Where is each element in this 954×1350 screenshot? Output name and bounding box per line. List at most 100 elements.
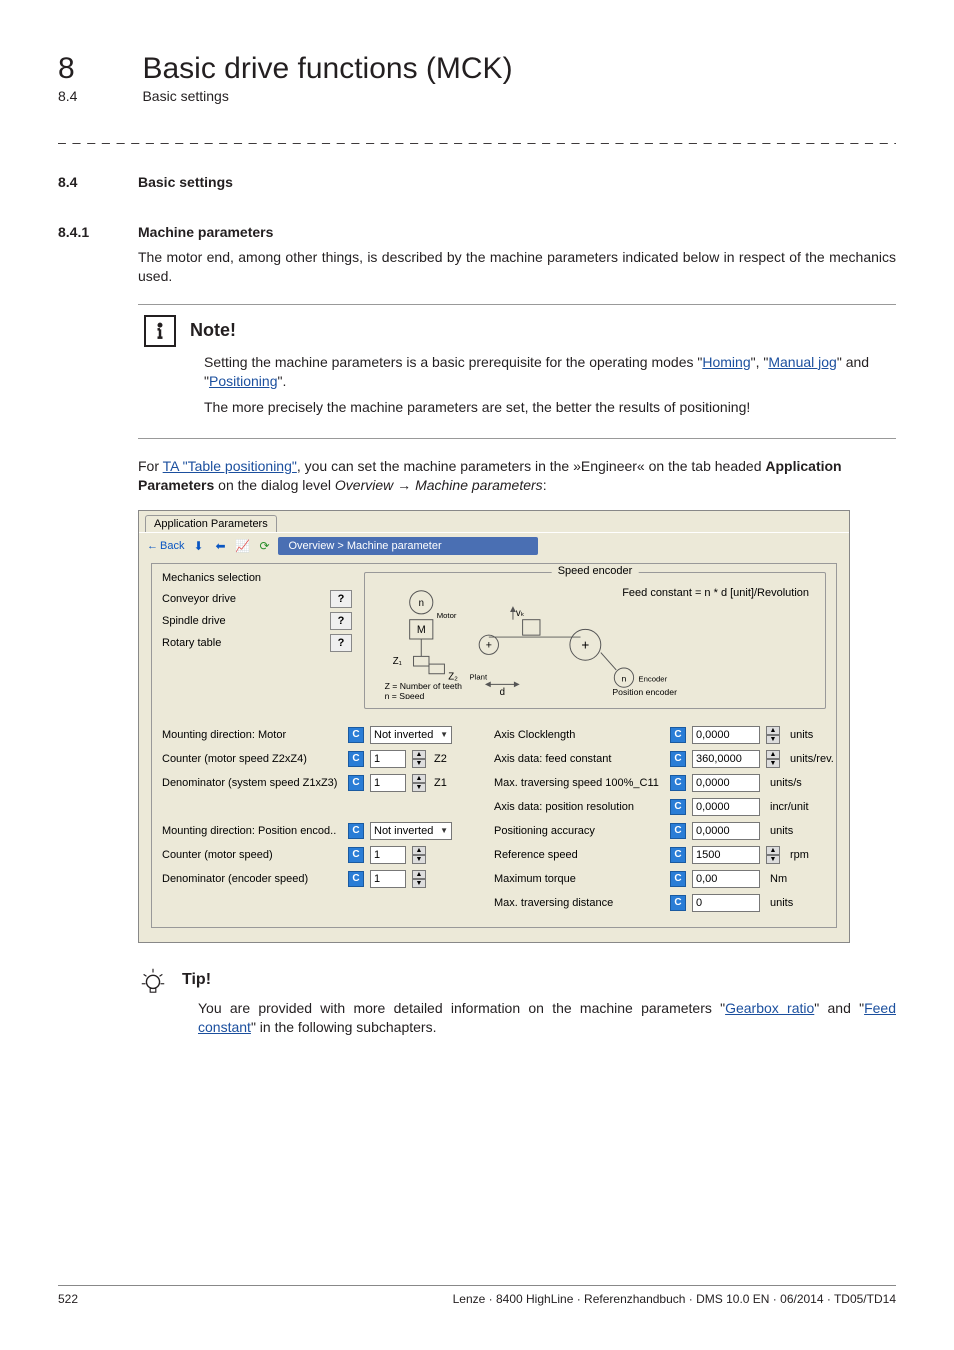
svg-text:M: M xyxy=(417,624,426,636)
param-input[interactable] xyxy=(370,750,406,768)
spinner[interactable]: ▲▼ xyxy=(766,750,780,768)
spinner[interactable]: ▲▼ xyxy=(412,750,426,768)
chapter-number: 8 xyxy=(58,52,138,86)
rule: _ _ _ _ _ _ _ _ _ _ _ _ _ _ _ _ _ _ _ _ … xyxy=(58,128,896,144)
param-label: Positioning accuracy xyxy=(494,825,664,837)
param-input[interactable] xyxy=(370,870,406,888)
step-up-button[interactable]: ▲ xyxy=(766,726,780,735)
code-button[interactable]: C xyxy=(670,871,686,887)
param-input[interactable] xyxy=(370,774,406,792)
param-dropdown[interactable]: Not inverted▼ xyxy=(370,726,452,744)
ta-table-positioning-link[interactable]: TA "Table positioning" xyxy=(163,458,297,474)
nav-left-icon[interactable]: ⬅ xyxy=(212,538,228,554)
help-button[interactable]: ? xyxy=(330,612,352,630)
step-down-button[interactable]: ▼ xyxy=(412,783,426,792)
step-down-button[interactable]: ▼ xyxy=(766,759,780,768)
param-label: Counter (motor speed) xyxy=(162,849,342,861)
mechanics-option-row: Conveyor drive? xyxy=(162,590,352,608)
spinner[interactable]: ▲▼ xyxy=(766,846,780,864)
heading-num: 8.4 xyxy=(58,174,138,190)
param-input[interactable] xyxy=(692,822,760,840)
step-up-button[interactable]: ▲ xyxy=(412,750,426,759)
spinner[interactable]: ▲▼ xyxy=(412,846,426,864)
code-button[interactable]: C xyxy=(670,799,686,815)
help-button[interactable]: ? xyxy=(330,590,352,608)
spinner[interactable]: ▲▼ xyxy=(412,774,426,792)
heading-8-4-1: 8.4.1 Machine parameters xyxy=(58,224,896,240)
param-label: Max. traversing distance xyxy=(494,897,664,909)
code-button[interactable]: C xyxy=(670,727,686,743)
param-row: Axis ClocklengthC▲▼units xyxy=(494,725,826,745)
help-button[interactable]: ? xyxy=(330,634,352,652)
svg-text:n = Speed: n = Speed xyxy=(385,691,425,699)
param-unit: units xyxy=(770,897,793,909)
step-down-button[interactable]: ▼ xyxy=(766,855,780,864)
param-suffix: Z1 xyxy=(434,777,462,789)
param-input[interactable] xyxy=(370,846,406,864)
homing-link[interactable]: Homing xyxy=(702,354,750,370)
tip-label: Tip! xyxy=(182,971,211,989)
code-button[interactable]: C xyxy=(348,727,364,743)
step-up-button[interactable]: ▲ xyxy=(412,846,426,855)
svg-text:Z = Number of teeth: Z = Number of teeth xyxy=(385,681,463,691)
manual-jog-link[interactable]: Manual jog xyxy=(768,354,837,370)
param-dropdown[interactable]: Not inverted▼ xyxy=(370,822,452,840)
spinner[interactable]: ▲▼ xyxy=(412,870,426,888)
code-button[interactable]: C xyxy=(348,775,364,791)
chevron-down-icon: ▼ xyxy=(440,826,448,835)
param-input[interactable] xyxy=(692,798,760,816)
trend-icon[interactable]: 📈 xyxy=(234,538,250,554)
param-input[interactable] xyxy=(692,726,760,744)
param-input[interactable] xyxy=(692,870,760,888)
step-up-button[interactable]: ▲ xyxy=(412,870,426,879)
param-label: Max. traversing speed 100%_C11 xyxy=(494,777,664,789)
refresh-icon[interactable]: ⟳ xyxy=(256,538,272,554)
chevron-down-icon: ▼ xyxy=(440,730,448,739)
code-button[interactable]: C xyxy=(348,871,364,887)
param-row: Mounting direction: Position encod..CNot… xyxy=(162,821,464,841)
param-row: Denominator (encoder speed)C▲▼ xyxy=(162,869,464,889)
nav-down-icon[interactable]: ⬇ xyxy=(190,538,206,554)
code-button[interactable]: C xyxy=(348,751,364,767)
footer-credit: Lenze · 8400 HighLine · Referenzhandbuch… xyxy=(453,1292,896,1306)
back-button[interactable]: ← Back xyxy=(147,540,184,552)
mechanics-option-label: Conveyor drive xyxy=(162,593,236,605)
code-button[interactable]: C xyxy=(670,775,686,791)
tab-application-parameters[interactable]: Application Parameters xyxy=(145,515,277,532)
param-label: Denominator (system speed Z1xZ3) xyxy=(162,777,342,789)
param-unit: units xyxy=(790,729,813,741)
code-button[interactable]: C xyxy=(670,751,686,767)
param-row: Reference speedC▲▼rpm xyxy=(494,845,826,865)
tip-icon xyxy=(138,965,168,995)
param-unit: units/rev. xyxy=(790,753,834,765)
chapter-header: 8 Basic drive functions (MCK) xyxy=(58,52,896,86)
spinner[interactable]: ▲▼ xyxy=(766,726,780,744)
param-row: Maximum torqueCNm xyxy=(494,869,826,889)
code-button[interactable]: C xyxy=(670,895,686,911)
step-down-button[interactable]: ▼ xyxy=(766,735,780,744)
note-box: Note! Setting the machine parameters is … xyxy=(138,304,896,439)
heading-title: Basic settings xyxy=(138,174,233,190)
gearbox-ratio-link[interactable]: Gearbox ratio xyxy=(725,1000,814,1016)
code-button[interactable]: C xyxy=(348,823,364,839)
positioning-link[interactable]: Positioning xyxy=(209,373,278,389)
code-button[interactable]: C xyxy=(670,847,686,863)
step-up-button[interactable]: ▲ xyxy=(766,750,780,759)
step-down-button[interactable]: ▼ xyxy=(412,879,426,888)
chapter-title: Basic drive functions (MCK) xyxy=(142,52,512,86)
param-input[interactable] xyxy=(692,750,760,768)
param-input[interactable] xyxy=(692,774,760,792)
code-button[interactable]: C xyxy=(670,823,686,839)
step-down-button[interactable]: ▼ xyxy=(412,855,426,864)
param-input[interactable] xyxy=(692,894,760,912)
param-input[interactable] xyxy=(692,846,760,864)
mechanics-selection-label: Mechanics selection xyxy=(162,572,352,584)
intro-paragraph: The motor end, among other things, is de… xyxy=(138,248,896,286)
param-label: Mounting direction: Motor xyxy=(162,729,342,741)
step-up-button[interactable]: ▲ xyxy=(766,846,780,855)
page-number: 522 xyxy=(58,1292,78,1306)
step-up-button[interactable]: ▲ xyxy=(412,774,426,783)
mechanics-option-label: Rotary table xyxy=(162,637,221,649)
code-button[interactable]: C xyxy=(348,847,364,863)
step-down-button[interactable]: ▼ xyxy=(412,759,426,768)
